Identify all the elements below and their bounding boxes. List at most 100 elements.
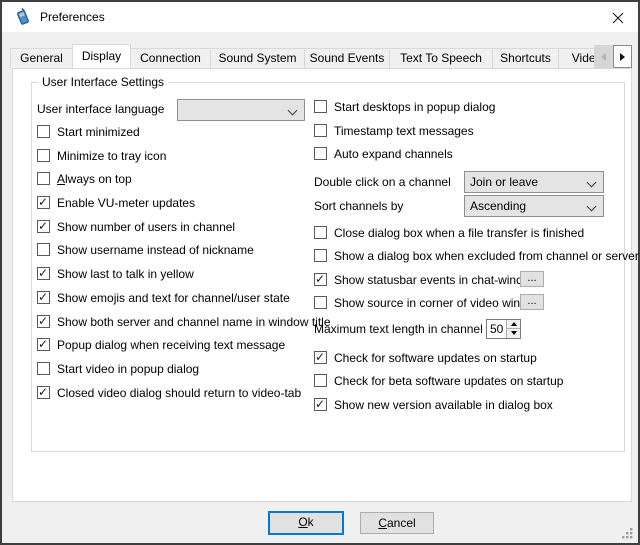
start-video-in-popup-dialog-checkbox[interactable] (37, 362, 50, 375)
spin-down-button[interactable] (507, 329, 520, 338)
start-desktops-in-popup-dialog-checkbox[interactable] (314, 100, 327, 113)
group-title: User Interface Settings (38, 75, 168, 89)
row-show-both-server-and-channel-name-in-windo[interactable]: Show both server and channel name in win… (37, 315, 317, 339)
row-start-video-in-popup-dialog[interactable]: Start video in popup dialog (37, 362, 317, 386)
row-popup-dialog-when-receiving-text-message[interactable]: Popup dialog when receiving text message (37, 338, 317, 362)
row-start-minimized[interactable]: Start minimized (37, 125, 317, 149)
tab-scroll-right-button[interactable] (613, 45, 632, 68)
row-close-dialog-box-when-a-file-transfer-is-f[interactable]: Close dialog box when a file transfer is… (314, 226, 628, 250)
arrow-up-icon (511, 322, 517, 326)
check-for-beta-software-updates-on-startup-checkbox[interactable] (314, 374, 327, 387)
select-value: Ascending (470, 199, 526, 213)
checkbox-label: Show a dialog box when excluded from cha… (334, 249, 639, 263)
spin-up-button[interactable] (507, 320, 520, 330)
row-start-desktops-in-popup-dialog[interactable]: Start desktops in popup dialog (314, 100, 628, 124)
tab-shortcuts[interactable]: Shortcuts (492, 48, 559, 68)
show-a-dialog-box-when-excluded-from-chann-checkbox[interactable] (314, 249, 327, 262)
row-show-new-version-available-in-dialog-box[interactable]: Show new version available in dialog box (314, 398, 628, 422)
sort-channels-by-select[interactable]: Ascending (464, 195, 604, 217)
checkbox-label: Check for software updates on startup (334, 351, 537, 365)
close-button[interactable] (610, 10, 626, 25)
checkbox-label: Show new version available in dialog box (334, 398, 553, 412)
row-check-for-software-updates-on-startup[interactable]: Check for software updates on startup (314, 351, 628, 375)
tab-general[interactable]: General (10, 48, 73, 68)
checkbox-label: Closed video dialog should return to vid… (57, 386, 301, 400)
checkbox-label: Show username instead of nickname (57, 243, 254, 257)
show-statusbar-events-in-chat-window-ellipsis-button[interactable]: ... (520, 271, 544, 287)
close-dialog-box-when-a-file-transfer-is-f-checkbox[interactable] (314, 226, 327, 239)
ok-button[interactable]: Ok (268, 511, 344, 535)
show-username-instead-of-nickname-checkbox[interactable] (37, 243, 50, 256)
checkbox-label: Enable VU-meter updates (57, 196, 195, 210)
resize-grip-icon (621, 527, 634, 540)
cancel-button[interactable]: Cancel (360, 512, 434, 534)
language-label: User interface language (37, 98, 164, 120)
show-last-to-talk-in-yellow-checkbox[interactable] (37, 267, 50, 280)
checkbox-label: Minimize to tray icon (57, 149, 166, 163)
closed-video-dialog-should-return-to-video-checkbox[interactable] (37, 386, 50, 399)
checkbox-label: Show emojis and text for channel/user st… (57, 291, 290, 305)
chevron-down-icon (288, 106, 298, 116)
minimize-to-tray-icon-checkbox[interactable] (37, 149, 50, 162)
tab-display[interactable]: Display (72, 44, 131, 68)
right-options-column: Start desktops in popup dialogTimestamp … (314, 100, 628, 421)
row-show-username-instead-of-nickname[interactable]: Show username instead of nickname (37, 243, 317, 267)
maximum-text-length-in-channel-list-spinbox[interactable]: 50 (486, 319, 521, 339)
row-show-a-dialog-box-when-excluded-from-chann[interactable]: Show a dialog box when excluded from cha… (314, 249, 628, 273)
spinbox-arrows (506, 320, 520, 338)
tab-connection[interactable]: Connection (130, 48, 211, 68)
row-show-emojis-and-text-for-channel-user-stat[interactable]: Show emojis and text for channel/user st… (37, 291, 317, 315)
tab-bar: GeneralDisplayConnectionSound SystemSoun… (10, 44, 626, 68)
check-for-software-updates-on-startup-checkbox[interactable] (314, 351, 327, 364)
ok-button-label: Ok (298, 515, 313, 529)
field-label: Double click on a channel (314, 171, 451, 193)
arrow-left-icon (601, 53, 606, 61)
tab-sound-system[interactable]: Sound System (210, 48, 305, 68)
row-auto-expand-channels[interactable]: Auto expand channels (314, 147, 628, 171)
row-show-source-in-corner-of-video-window[interactable]: Show source in corner of video window... (314, 296, 628, 320)
spinbox-value[interactable]: 50 (487, 320, 506, 338)
enable-vu-meter-updates-checkbox[interactable] (37, 196, 50, 209)
tab-text-to-speech[interactable]: Text To Speech (389, 48, 493, 68)
checkbox-label: Popup dialog when receiving text message (57, 338, 285, 352)
row-check-for-beta-software-updates-on-startup[interactable]: Check for beta software updates on start… (314, 374, 628, 398)
row-show-statusbar-events-in-chat-window[interactable]: Show statusbar events in chat-window... (314, 273, 628, 297)
row-sort-channels-by: Sort channels byAscending (314, 195, 628, 219)
row-timestamp-text-messages[interactable]: Timestamp text messages (314, 124, 628, 148)
row-minimize-to-tray-icon[interactable]: Minimize to tray icon (37, 149, 317, 173)
double-click-on-a-channel-select[interactable]: Join or leave (464, 171, 604, 193)
show-new-version-available-in-dialog-box-checkbox[interactable] (314, 398, 327, 411)
row-double-click-on-a-channel: Double click on a channel Join or leave (314, 171, 628, 195)
left-options-column: Start minimizedMinimize to tray icon Alwa… (37, 125, 317, 409)
start-minimized-checkbox[interactable] (37, 125, 50, 138)
timestamp-text-messages-checkbox[interactable] (314, 124, 327, 137)
tab-page-display: User Interface Settings User interface l… (12, 68, 632, 502)
resize-grip[interactable] (621, 527, 634, 540)
chevron-down-icon (587, 177, 597, 187)
row-show-number-of-users-in-channel[interactable]: Show number of users in channel (37, 220, 317, 244)
popup-dialog-when-receiving-text-message-checkbox[interactable] (37, 338, 50, 351)
show-both-server-and-channel-name-in-windo-checkbox[interactable] (37, 315, 50, 328)
titlebar: Preferences (2, 2, 638, 32)
show-statusbar-events-in-chat-window-checkbox[interactable] (314, 273, 327, 286)
always-on-top-checkbox[interactable] (37, 172, 50, 185)
checkbox-label: Check for beta software updates on start… (334, 374, 563, 388)
show-source-in-corner-of-video-window-checkbox[interactable] (314, 296, 327, 309)
tab-sound-events[interactable]: Sound Events (304, 48, 390, 68)
checkbox-label: Timestamp text messages (334, 124, 474, 138)
show-emojis-and-text-for-channel-user-stat-checkbox[interactable] (37, 291, 50, 304)
row-show-last-to-talk-in-yellow[interactable]: Show last to talk in yellow (37, 267, 317, 291)
select-value: Join or leave (470, 175, 538, 189)
show-source-in-corner-of-video-window-ellipsis-button[interactable]: ... (520, 294, 544, 310)
show-number-of-users-in-channel-checkbox[interactable] (37, 220, 50, 233)
checkbox-label: Show statusbar events in chat-window (334, 273, 538, 287)
row-always-on-top[interactable]: Always on top (37, 172, 317, 196)
row-enable-vu-meter-updates[interactable]: Enable VU-meter updates (37, 196, 317, 220)
checkbox-label: Start video in popup dialog (57, 362, 199, 376)
language-select[interactable] (177, 99, 305, 121)
auto-expand-channels-checkbox[interactable] (314, 147, 327, 160)
chevron-down-icon (587, 201, 597, 211)
tab-scroll-left-button[interactable] (594, 45, 613, 68)
close-icon (612, 12, 624, 24)
row-closed-video-dialog-should-return-to-video[interactable]: Closed video dialog should return to vid… (37, 386, 317, 410)
